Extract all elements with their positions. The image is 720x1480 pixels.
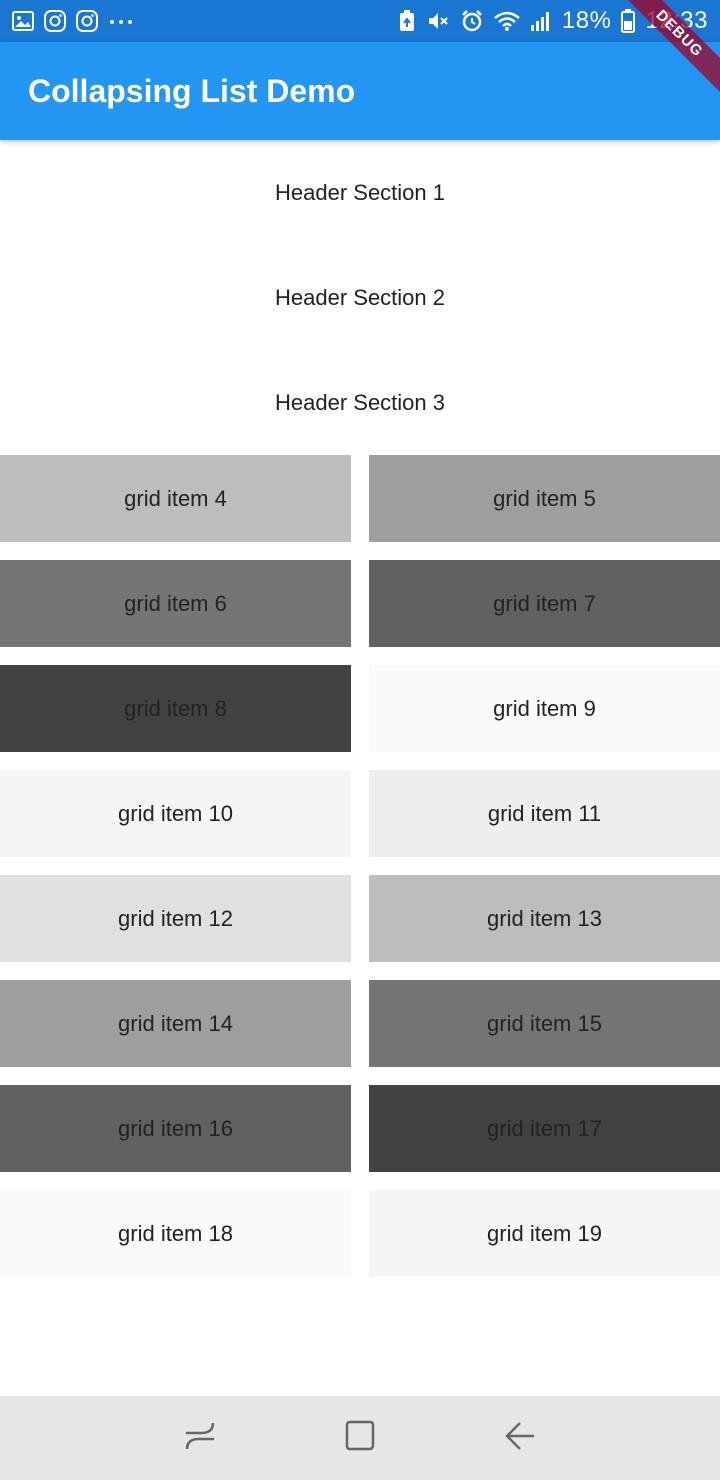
mute-icon bbox=[426, 9, 450, 33]
grid-item-5[interactable]: grid item 5 bbox=[369, 455, 720, 542]
app-bar: Collapsing List Demo bbox=[0, 42, 720, 140]
grid-item-13[interactable]: grid item 13 bbox=[369, 875, 720, 962]
grid-item-11[interactable]: grid item 11 bbox=[369, 770, 720, 857]
grid-item-12[interactable]: grid item 12 bbox=[0, 875, 351, 962]
grid-item-6[interactable]: grid item 6 bbox=[0, 560, 351, 647]
battery-percentage: 18% bbox=[561, 7, 612, 34]
back-icon bbox=[503, 1419, 537, 1458]
grid-item-15[interactable]: grid item 15 bbox=[369, 980, 720, 1067]
battery-icon bbox=[621, 9, 636, 33]
wifi-icon bbox=[494, 10, 520, 32]
grid-item-10[interactable]: grid item 10 bbox=[0, 770, 351, 857]
grid-item-19[interactable]: grid item 19 bbox=[369, 1190, 720, 1277]
grid-item-9[interactable]: grid item 9 bbox=[369, 665, 720, 752]
system-nav-bar bbox=[0, 1396, 720, 1480]
grid-item-7[interactable]: grid item 7 bbox=[369, 560, 720, 647]
instagram-icon bbox=[76, 10, 98, 32]
gallery-icon bbox=[12, 10, 34, 32]
header-section-2: Header Section 2 bbox=[275, 284, 445, 310]
item-grid: grid item 4 grid item 5 grid item 6 grid… bbox=[0, 455, 720, 1277]
grid-item-4[interactable]: grid item 4 bbox=[0, 455, 351, 542]
instagram-icon bbox=[44, 10, 66, 32]
status-right-icons: 18% 12:33 bbox=[398, 7, 708, 35]
alarm-icon bbox=[460, 9, 484, 33]
status-bar: 18% 12:33 bbox=[0, 0, 720, 42]
recents-button[interactable] bbox=[170, 1408, 230, 1468]
scroll-content[interactable]: Header Section 1 Header Section 2 Header… bbox=[0, 140, 720, 1277]
grid-item-17[interactable]: grid item 17 bbox=[369, 1085, 720, 1172]
battery-saver-icon bbox=[398, 9, 416, 33]
grid-item-8[interactable]: grid item 8 bbox=[0, 665, 351, 752]
back-button[interactable] bbox=[490, 1408, 550, 1468]
home-button[interactable] bbox=[330, 1408, 390, 1468]
grid-item-14[interactable]: grid item 14 bbox=[0, 980, 351, 1067]
grid-item-18[interactable]: grid item 18 bbox=[0, 1190, 351, 1277]
header-section-1: Header Section 1 bbox=[275, 179, 445, 205]
signal-icon bbox=[530, 10, 552, 32]
home-icon bbox=[343, 1419, 377, 1458]
header-section-3: Header Section 3 bbox=[275, 389, 445, 415]
recents-icon bbox=[183, 1419, 217, 1458]
status-left-icons bbox=[12, 10, 134, 32]
status-time: 12:33 bbox=[645, 7, 708, 34]
grid-item-16[interactable]: grid item 16 bbox=[0, 1085, 351, 1172]
app-title: Collapsing List Demo bbox=[28, 72, 356, 109]
more-dots-icon bbox=[108, 10, 134, 32]
